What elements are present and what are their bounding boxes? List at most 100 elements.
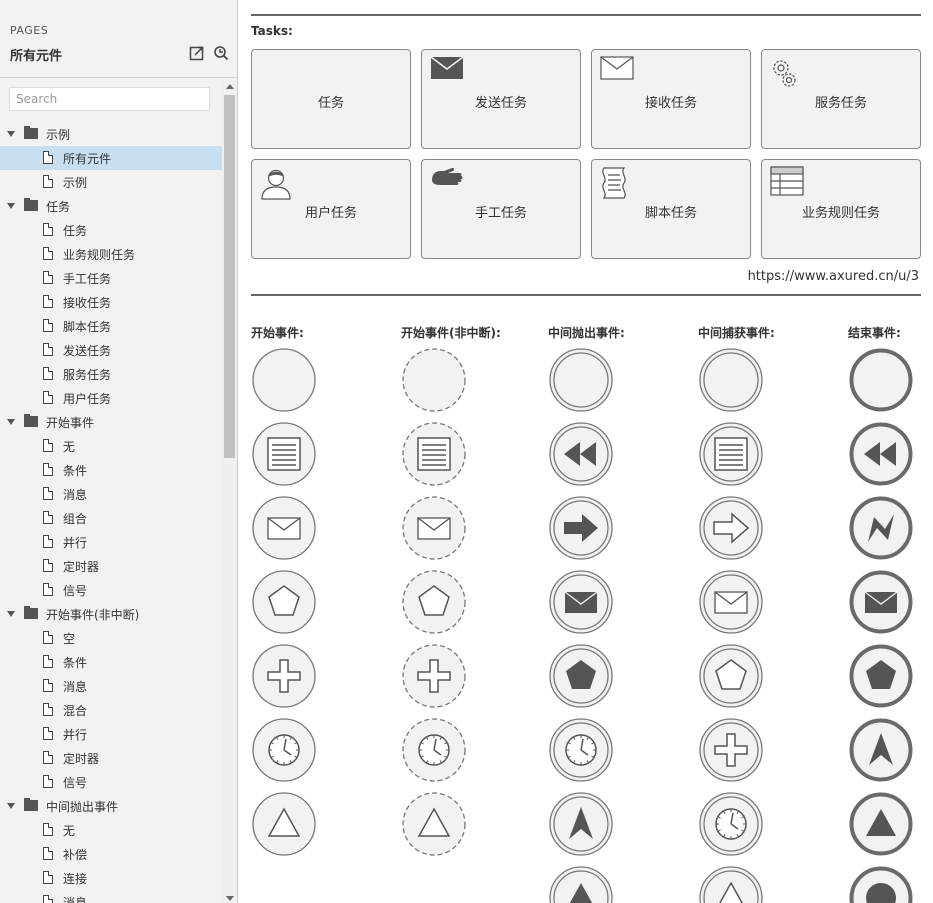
- event-double-none-icon[interactable]: [698, 347, 764, 413]
- event-thick-message-filled-icon[interactable]: [848, 569, 914, 635]
- event-start-conditional-icon[interactable]: [251, 421, 317, 487]
- scrollbar-thumb[interactable]: [224, 95, 235, 458]
- task-send[interactable]: 发送任务: [421, 49, 581, 149]
- event-thick-terminate-filled-icon[interactable]: [848, 865, 914, 903]
- event-double-conditional-icon[interactable]: [698, 421, 764, 487]
- event-dashed-parallel-icon[interactable]: [401, 643, 467, 709]
- tree-page[interactable]: 组合: [0, 506, 222, 530]
- tree-folder[interactable]: 开始事件: [0, 410, 222, 434]
- expand-caret-icon[interactable]: [7, 611, 15, 617]
- tree-page[interactable]: 消息: [0, 482, 222, 506]
- event-start-parallel-icon[interactable]: [251, 643, 317, 709]
- event-thick-error-filled-icon[interactable]: [848, 495, 914, 561]
- tree-page[interactable]: 补偿: [0, 842, 222, 866]
- search-input[interactable]: [9, 87, 210, 111]
- search-page-icon[interactable]: [213, 45, 229, 61]
- event-dashed-message-icon[interactable]: [401, 495, 467, 561]
- tree-page[interactable]: 用户任务: [0, 386, 222, 410]
- event-double-message-filled-icon[interactable]: [548, 569, 614, 635]
- event-dashed-signal-icon[interactable]: [401, 791, 467, 857]
- tree-folder[interactable]: 开始事件(非中断): [0, 602, 222, 626]
- event-thick-escalation-filled-icon[interactable]: [848, 717, 914, 783]
- event-dashed-none-icon[interactable]: [401, 347, 467, 413]
- tree-page[interactable]: 无: [0, 818, 222, 842]
- scroll-down-arrow-icon[interactable]: [226, 896, 234, 901]
- tree-folder-label: 任务: [46, 200, 71, 214]
- tree-folder[interactable]: 任务: [0, 194, 222, 218]
- event-double-link-icon[interactable]: [698, 495, 764, 561]
- tree-page[interactable]: 服务任务: [0, 362, 222, 386]
- event-double-multiple-icon[interactable]: [698, 643, 764, 709]
- event-dashed-multiple-icon[interactable]: [401, 569, 467, 635]
- event-thick-multiple-filled-icon[interactable]: [848, 643, 914, 709]
- event-column-label: 开始事件(非中断):: [401, 326, 501, 340]
- event-start-signal-icon[interactable]: [251, 791, 317, 857]
- url-link[interactable]: https://www.axured.cn/u/3: [748, 269, 919, 284]
- tree-page[interactable]: 混合: [0, 698, 222, 722]
- tree-page-label: 手工任务: [63, 272, 112, 286]
- tree-page[interactable]: 业务规则任务: [0, 242, 222, 266]
- event-dashed-conditional-icon[interactable]: [401, 421, 467, 487]
- tree-page[interactable]: 定时器: [0, 746, 222, 770]
- export-icon[interactable]: [189, 45, 205, 61]
- tree-page[interactable]: 脚本任务: [0, 314, 222, 338]
- tree-page[interactable]: 条件: [0, 458, 222, 482]
- page-icon: [43, 246, 54, 260]
- tree-page[interactable]: 接收任务: [0, 290, 222, 314]
- expand-caret-icon[interactable]: [7, 203, 15, 209]
- expand-caret-icon[interactable]: [7, 131, 15, 137]
- expand-caret-icon[interactable]: [7, 419, 15, 425]
- event-double-multiple-filled-icon[interactable]: [548, 643, 614, 709]
- tree-page[interactable]: 任务: [0, 218, 222, 242]
- tree-folder[interactable]: 示例: [0, 122, 222, 146]
- task-manual[interactable]: 手工任务: [421, 159, 581, 259]
- page-icon: [43, 318, 54, 332]
- event-double-timer-icon[interactable]: [698, 791, 764, 857]
- tree-page[interactable]: 所有元件: [0, 146, 222, 170]
- event-thick-compensate-filled-icon[interactable]: [848, 421, 914, 487]
- event-double-timer-icon[interactable]: [548, 717, 614, 783]
- event-thick-none-icon[interactable]: [848, 347, 914, 413]
- tree-page[interactable]: 连接: [0, 866, 222, 890]
- tree-page[interactable]: 示例: [0, 170, 222, 194]
- event-double-message-icon[interactable]: [698, 569, 764, 635]
- tree-page[interactable]: 无: [0, 434, 222, 458]
- event-double-none-icon[interactable]: [548, 347, 614, 413]
- expand-caret-icon[interactable]: [7, 803, 15, 809]
- event-start-timer-icon[interactable]: [251, 717, 317, 783]
- tree-page[interactable]: 信号: [0, 770, 222, 794]
- event-dashed-timer-icon[interactable]: [401, 717, 467, 783]
- tree-page[interactable]: 发送任务: [0, 338, 222, 362]
- tree-page[interactable]: 空: [0, 626, 222, 650]
- tree-folder-label: 中间抛出事件: [46, 800, 119, 814]
- tree-page[interactable]: 信号: [0, 578, 222, 602]
- scroll-up-arrow-icon[interactable]: [226, 84, 234, 89]
- hand-icon: [432, 167, 463, 185]
- task-script[interactable]: 脚本任务: [591, 159, 751, 259]
- task-service[interactable]: 服务任务: [761, 49, 921, 149]
- event-start-none-icon[interactable]: [251, 347, 317, 413]
- tree-page[interactable]: 定时器: [0, 554, 222, 578]
- tree-page[interactable]: 手工任务: [0, 266, 222, 290]
- tree-page[interactable]: 并行: [0, 722, 222, 746]
- tree-page[interactable]: 消息: [0, 890, 222, 903]
- task-user[interactable]: 用户任务: [251, 159, 411, 259]
- tree-folder[interactable]: 中间抛出事件: [0, 794, 222, 818]
- event-thick-signal-filled-icon[interactable]: [848, 791, 914, 857]
- event-start-message-icon[interactable]: [251, 495, 317, 561]
- tree-page-label: 补偿: [63, 848, 88, 862]
- event-double-parallel-icon[interactable]: [698, 717, 764, 783]
- event-double-compensate-filled-icon[interactable]: [548, 421, 614, 487]
- event-double-link-filled-icon[interactable]: [548, 495, 614, 561]
- event-double-escalation-filled-icon[interactable]: [548, 791, 614, 857]
- task-receive[interactable]: 接收任务: [591, 49, 751, 149]
- tree-page[interactable]: 条件: [0, 650, 222, 674]
- tree-page[interactable]: 消息: [0, 674, 222, 698]
- event-start-multiple-icon[interactable]: [251, 569, 317, 635]
- page-icon: [43, 222, 54, 236]
- task-plain[interactable]: 任务: [251, 49, 411, 149]
- event-double-signal-filled-icon[interactable]: [548, 865, 614, 903]
- event-double-signal-icon[interactable]: [698, 865, 764, 903]
- tree-page[interactable]: 并行: [0, 530, 222, 554]
- task-business-rule[interactable]: 业务规则任务: [761, 159, 921, 259]
